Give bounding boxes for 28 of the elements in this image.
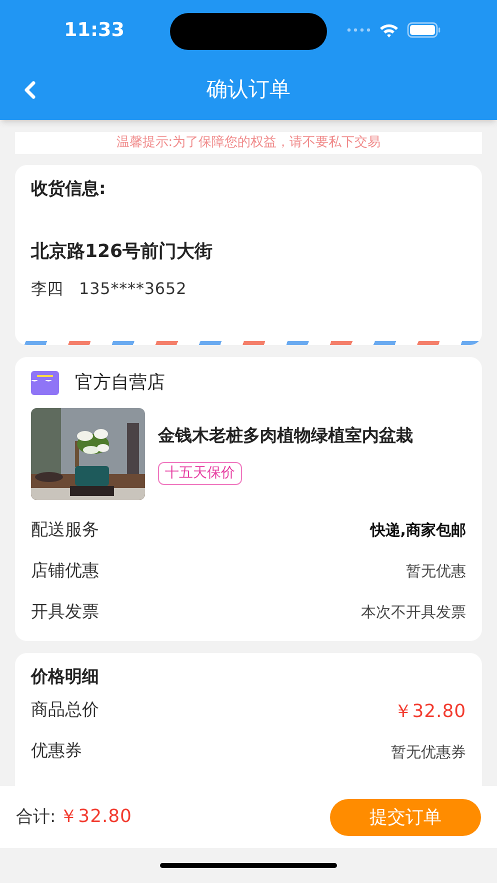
row-value: 暂无优惠券 xyxy=(391,742,466,763)
wifi-icon xyxy=(379,22,399,38)
total-price: ￥32.80 xyxy=(60,805,132,830)
row-label: 配送服务 xyxy=(31,518,99,542)
submit-order-button[interactable]: 提交订单 xyxy=(330,798,481,836)
notice-banner: 温馨提示:为了保障您的权益，请不要私下交易 xyxy=(15,132,482,154)
store-name: 官方自营店 xyxy=(75,371,165,395)
row-value: 快递,商家包邮 xyxy=(370,520,466,542)
battery-icon xyxy=(407,22,441,38)
recipient-phone: 135****3652 xyxy=(79,278,187,300)
product-title: 金钱木老桩多肉植物绿植室内盆栽 xyxy=(158,425,413,448)
row-label: 开具发票 xyxy=(31,600,99,624)
row-value: 暂无优惠 xyxy=(406,561,466,582)
section-heading: 价格明细 xyxy=(31,667,99,687)
row-value: ￥32.80 xyxy=(394,700,466,724)
signal-icon xyxy=(347,28,371,32)
status-time: 11:33 xyxy=(64,18,124,43)
row-label: 商品总价 xyxy=(31,699,99,722)
address-street: 北京路126号前门大街 xyxy=(31,240,214,264)
page-title: 确认订单 xyxy=(206,76,290,104)
total-label: 合计: xyxy=(16,806,56,830)
recipient-name: 李四 xyxy=(31,278,63,300)
row-label: 优惠券 xyxy=(31,740,82,764)
row-label: 店铺优惠 xyxy=(31,560,99,583)
row-value: 本次不开具发票 xyxy=(361,602,466,624)
store-icon xyxy=(31,370,59,394)
price-protection-tag: 十五天保价 xyxy=(158,462,242,484)
section-heading: 收货信息: xyxy=(31,178,107,200)
